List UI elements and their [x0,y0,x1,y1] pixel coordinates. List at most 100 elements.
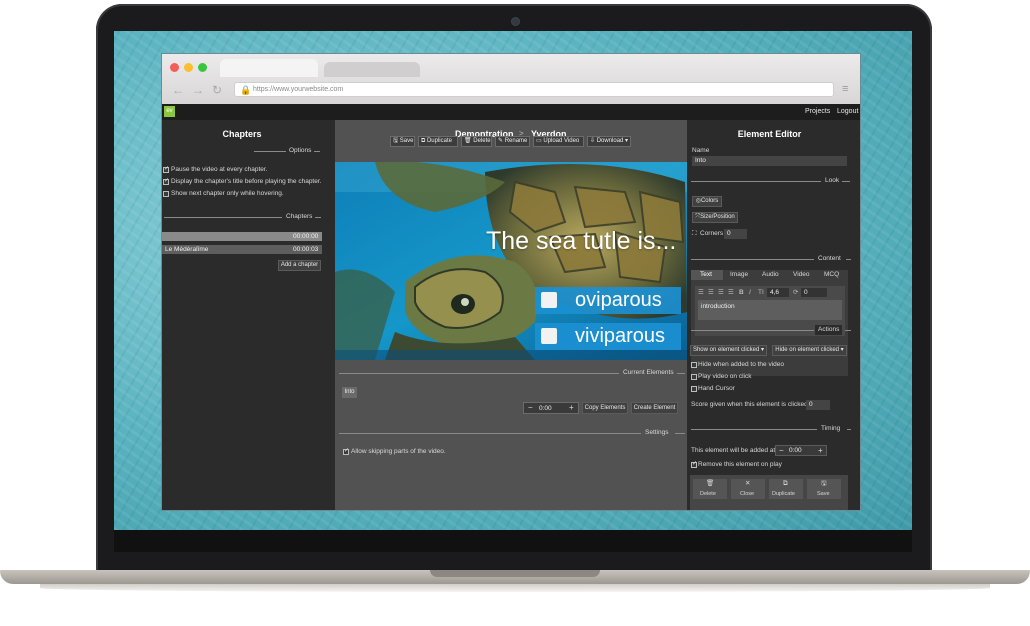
look-label: Look [822,176,843,186]
size-position-button[interactable]: ⤧Size/Position [692,212,738,223]
app-logo[interactable]: ev [164,106,175,117]
bold-icon[interactable]: B [739,288,744,298]
hide-on-select[interactable]: Hide on element clicked ▾ [772,345,847,356]
remove-on-play-label: Remove this element on play [698,461,782,468]
delete-button[interactable]: 🗑 Delete [461,136,492,147]
display-title-checkbox[interactable] [163,177,169,186]
create-element-button[interactable]: Create Element [631,402,678,414]
tab-text[interactable]: Text [691,270,723,280]
copy-elements-button[interactable]: Copy Elements [582,402,628,414]
show-on-value: Show on element clicked [692,347,760,353]
browser-window: ← → ↻ 🔒 https://www.yourwebsite.com ≡ ev… [162,54,860,510]
footer-close-button[interactable]: ✕ Close [731,479,765,499]
save-button[interactable]: 🖫 Save [390,136,415,147]
italic-icon[interactable]: I [749,288,751,298]
browser-tab-active[interactable] [220,59,318,77]
time-stepper[interactable]: − 0:00 + [523,402,579,414]
look-header: Look [687,176,852,186]
tab-image[interactable]: Image [730,270,748,280]
tab-audio[interactable]: Audio [762,270,779,280]
justify-icon[interactable]: ☰ [728,288,734,298]
close-window-button[interactable] [170,63,179,72]
add-chapter-button[interactable]: Add a chapter [278,260,321,271]
element-editor-title: Element Editor [737,129,802,139]
current-elements-header: Current Elements [335,368,687,378]
added-at-label: This element will be added at [691,447,776,454]
options-section-header: Options [162,146,322,156]
hide-when-added-checkbox[interactable] [691,362,697,368]
maximize-window-button[interactable] [198,63,207,72]
name-label: Name [692,147,710,154]
footer-delete-button[interactable]: 🗑 Delete [693,479,727,499]
pause-option-label: Pause the video at every chapter. [171,166,268,173]
content-header: Content [687,254,852,264]
video-question-text[interactable]: The sea tutle is... [486,226,676,256]
answer-option[interactable]: oviparous [535,287,681,314]
minus-icon[interactable]: − [779,446,784,455]
footer-save-button[interactable]: 🖫 Save [807,479,841,499]
answer-checkbox[interactable] [541,292,557,308]
close-icon: ✕ [745,480,751,487]
reload-icon[interactable]: ↻ [212,84,222,96]
rotation-icon: ⟳ [793,289,799,296]
pause-checkbox[interactable] [163,165,169,174]
text-content-input[interactable]: introduction [698,300,842,320]
display-title-option-label: Display the chapter's title before playi… [171,178,322,185]
trash-icon: 🗑 [464,138,474,144]
rotation-input[interactable]: 0 [801,288,827,297]
plus-icon[interactable]: + [818,446,823,455]
download-button[interactable]: ⇩ Download ▾ [587,136,631,147]
tab-mcq[interactable]: MCQ [824,270,839,280]
score-input[interactable]: 0 [806,400,830,410]
hand-cursor-checkbox[interactable] [691,386,697,392]
hamburger-icon[interactable]: ≡ [842,84,848,95]
align-center-icon[interactable]: ☰ [708,288,714,298]
upload-video-label: Upload Video [543,138,580,144]
rename-button[interactable]: ✎ Rename [495,136,530,147]
timing-label: Timing [818,424,844,434]
app-header: ev Projects Logout [162,104,860,120]
tab-video[interactable]: Video [793,270,810,280]
element-chip[interactable]: Into [342,387,357,398]
settings-label: Settings [642,428,672,438]
chapter-row[interactable]: Le Médéralîme 00:00:03 [162,245,322,254]
allow-skipping-label: Allow skipping parts of the video. [351,448,446,455]
minimize-window-button[interactable] [184,63,193,72]
duplicate-button[interactable]: ⧉ Duplicate [418,136,458,147]
footer-close-label: Close [740,491,755,497]
answer-text: oviparous [575,289,662,311]
lock-icon: 🔒 [240,85,252,95]
show-next-checkbox[interactable] [163,191,169,197]
url-bar[interactable]: 🔒 https://www.yourwebsite.com [234,82,834,97]
logout-link[interactable]: Logout [837,107,858,117]
element-editor-footer: 🗑 Delete ✕ Close ⧉ Duplicate 🖫 Save [690,475,848,510]
show-on-select[interactable]: Show on element clicked ▾ [690,345,767,356]
answer-checkbox[interactable] [541,328,557,344]
content-label: Content [815,254,844,264]
play-on-click-checkbox[interactable] [691,374,697,380]
colors-button[interactable]: ◎Colors [692,196,722,207]
projects-link[interactable]: Projects [805,107,830,117]
forward-icon[interactable]: → [192,84,204,96]
remove-on-play-checkbox[interactable] [691,460,697,469]
font-size-input[interactable]: 4,6 [767,288,789,297]
minus-icon[interactable]: − [528,403,533,413]
back-icon[interactable]: ← [172,84,184,96]
upload-video-button[interactable]: ▭ Upload Video [533,136,584,147]
corners-input[interactable]: 0 [724,229,747,239]
added-at-stepper[interactable]: − 0:00 + [775,445,827,456]
align-left-icon[interactable]: ☰ [698,288,704,298]
element-editor-panel: Element Editor Name Into Look ◎Colors ⤧S… [687,120,860,510]
browser-tab[interactable] [324,62,420,77]
allow-skipping-checkbox[interactable] [343,447,349,456]
align-right-icon[interactable]: ☰ [718,288,724,298]
footer-duplicate-button[interactable]: ⧉ Duplicate [769,479,803,499]
footer-delete-label: Delete [700,491,716,497]
chapter-row[interactable]: 00:00:00 [162,232,322,241]
timing-header: Timing [687,424,852,434]
plus-icon[interactable]: + [569,403,574,413]
answer-option[interactable]: viviparous [535,323,681,350]
chapter-name: Le Médéralîme [165,246,209,253]
name-input[interactable]: Into [692,156,847,166]
time-value: 0:00 [539,405,552,412]
